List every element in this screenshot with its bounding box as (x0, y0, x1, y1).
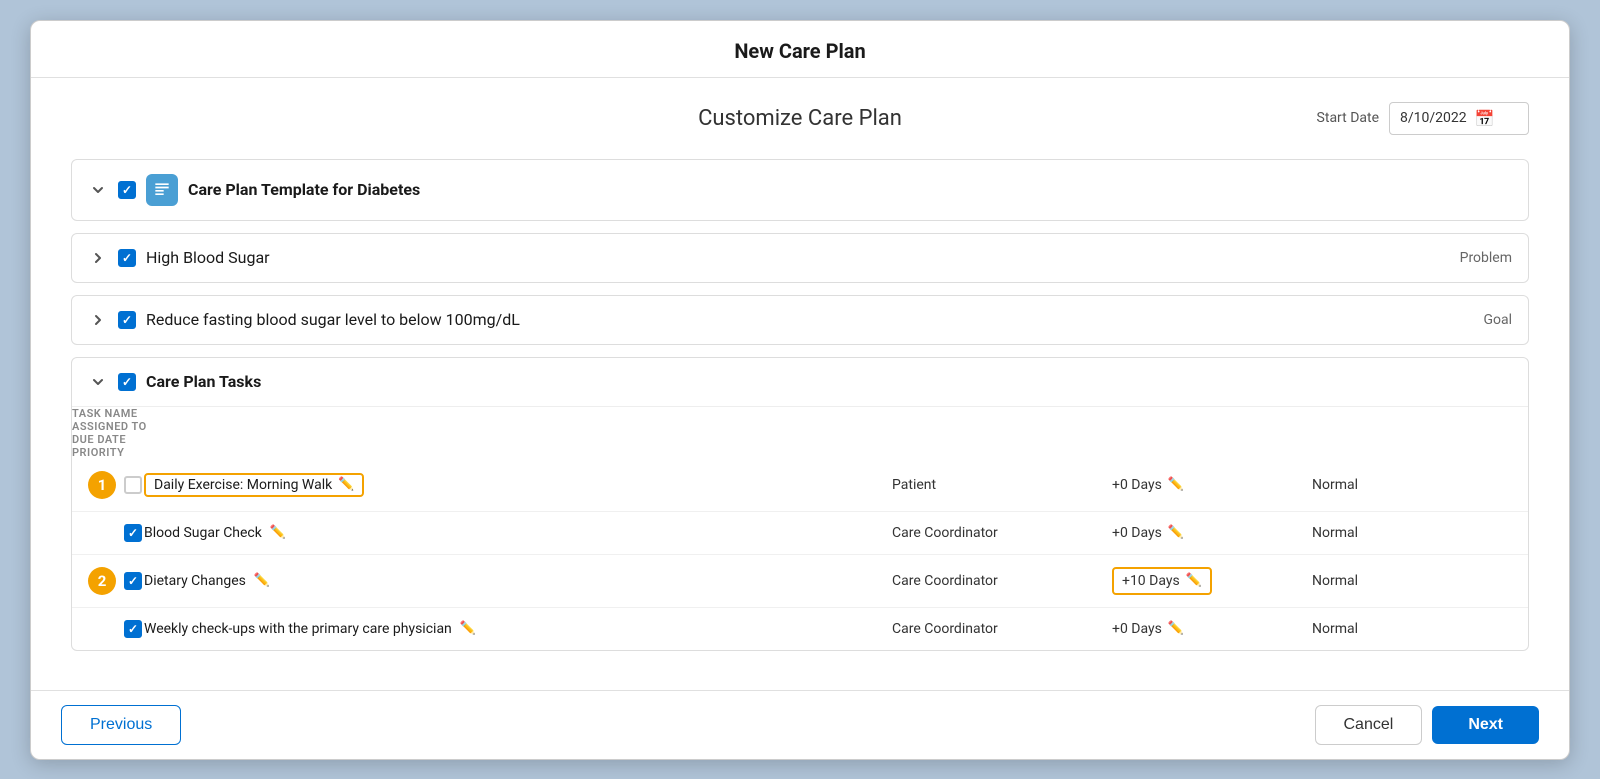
col-priority: Priority (72, 446, 1528, 459)
table-row: Blood Sugar Check ✏️ Care Coordinator +0… (72, 512, 1528, 555)
tasks-section-header: Care Plan Tasks (72, 358, 1528, 407)
task-1-assigned: Patient (892, 477, 1112, 493)
task-3-checkbox[interactable] (124, 572, 142, 590)
calendar-icon: 📅 (1475, 109, 1496, 128)
task-2-name: Blood Sugar Check ✏️ (144, 525, 892, 541)
col-task-name: Task Name (72, 407, 1528, 420)
modal-title: New Care Plan (31, 21, 1569, 78)
template-name: Care Plan Template for Diabetes (188, 180, 1512, 199)
task-3-priority: Normal (1312, 573, 1512, 589)
task-3-due-edit-icon[interactable]: ✏️ (1186, 573, 1202, 588)
table-row: 2 Dietary Changes ✏️ Care Coordinator +1… (72, 555, 1528, 608)
task-1-priority: Normal (1312, 477, 1512, 493)
task-3-due-highlight: +10 Days ✏️ (1112, 567, 1212, 595)
task-3-edit-icon[interactable]: ✏️ (254, 573, 270, 588)
task-3-due: +10 Days ✏️ (1112, 567, 1312, 595)
task-2-name-text: Blood Sugar Check (144, 525, 262, 541)
task-2-due-text: +0 Days (1112, 525, 1162, 541)
col-assigned-to: Assigned To (72, 420, 1528, 433)
task-1-checkbox[interactable] (124, 476, 142, 494)
customize-title: Customize Care Plan (557, 106, 1043, 131)
task-4-due-text: +0 Days (1112, 621, 1162, 637)
template-icon (146, 174, 178, 206)
task-2-due: +0 Days ✏️ (1112, 525, 1312, 541)
task-4-name-text: Weekly check-ups with the primary care p… (144, 621, 452, 637)
start-date-label: Start Date (1317, 110, 1379, 126)
task-4-priority: Normal (1312, 621, 1512, 637)
modal-footer: Previous Cancel Next (31, 690, 1569, 759)
task-4-checkbox[interactable] (124, 620, 142, 638)
task-2-priority: Normal (1312, 525, 1512, 541)
task-3-assigned: Care Coordinator (892, 573, 1112, 589)
template-chevron-icon[interactable] (88, 180, 108, 200)
badge-2: 2 (88, 567, 116, 595)
task-2-due-edit-icon[interactable]: ✏️ (1168, 525, 1184, 540)
problem-row: High Blood Sugar Problem (72, 234, 1528, 282)
problem-card: High Blood Sugar Problem (71, 233, 1529, 283)
goal-chevron-icon[interactable] (88, 310, 108, 330)
goal-checkbox[interactable] (118, 311, 136, 329)
problem-label: High Blood Sugar (146, 248, 1450, 267)
tasks-section-label: Care Plan Tasks (146, 372, 261, 391)
goal-type: Goal (1483, 312, 1512, 328)
task-4-due: +0 Days ✏️ (1112, 621, 1312, 637)
modal-body: Customize Care Plan Start Date 8/10/2022… (31, 78, 1569, 690)
previous-button[interactable]: Previous (61, 705, 181, 745)
template-card: Care Plan Template for Diabetes (71, 159, 1529, 221)
task-1-edit-icon[interactable]: ✏️ (338, 477, 354, 492)
modal-container: New Care Plan Customize Care Plan Start … (30, 20, 1570, 760)
tasks-checkbox[interactable] (118, 373, 136, 391)
task-2-assigned: Care Coordinator (892, 525, 1112, 541)
problem-chevron-icon[interactable] (88, 248, 108, 268)
template-checkbox[interactable] (118, 181, 136, 199)
start-date-wrapper: Start Date 8/10/2022 📅 (1043, 102, 1529, 135)
task-2-edit-icon[interactable]: ✏️ (270, 525, 286, 540)
task-1-name-highlight: Daily Exercise: Morning Walk ✏️ (144, 473, 364, 497)
footer-right: Cancel Next (1315, 705, 1540, 745)
table-row: 1 Daily Exercise: Morning Walk ✏️ Patien… (72, 459, 1528, 512)
task-1-due: +0 Days ✏️ (1112, 477, 1312, 493)
tasks-column-headers: Task Name Assigned To Due Date Priority (72, 407, 1528, 459)
task-4-due-edit-icon[interactable]: ✏️ (1168, 621, 1184, 636)
table-row: Weekly check-ups with the primary care p… (72, 608, 1528, 650)
task-3-due-text: +10 Days (1122, 573, 1180, 589)
task-1-due-edit-icon[interactable]: ✏️ (1168, 477, 1184, 492)
goal-card: Reduce fasting blood sugar level to belo… (71, 295, 1529, 345)
modal-title-text: New Care Plan (734, 39, 865, 63)
task-1-due-text: +0 Days (1112, 477, 1162, 493)
badge-1: 1 (88, 471, 116, 499)
task-3-name-text: Dietary Changes (144, 573, 246, 589)
col-due-date: Due Date (72, 433, 1528, 446)
customize-header: Customize Care Plan Start Date 8/10/2022… (71, 102, 1529, 135)
task-3-name: Dietary Changes ✏️ (144, 573, 892, 589)
problem-checkbox[interactable] (118, 249, 136, 267)
task-1-name: Daily Exercise: Morning Walk ✏️ (144, 473, 892, 497)
template-row: Care Plan Template for Diabetes (72, 160, 1528, 220)
task-2-checkbox[interactable] (124, 524, 142, 542)
task-4-assigned: Care Coordinator (892, 621, 1112, 637)
goal-label: Reduce fasting blood sugar level to belo… (146, 310, 1473, 329)
next-button[interactable]: Next (1432, 706, 1539, 744)
problem-type: Problem (1460, 250, 1512, 266)
start-date-value: 8/10/2022 (1400, 110, 1467, 126)
task-1-name-text: Daily Exercise: Morning Walk (154, 477, 332, 493)
tasks-chevron-icon[interactable] (88, 372, 108, 392)
goal-row: Reduce fasting blood sugar level to belo… (72, 296, 1528, 344)
task-4-name: Weekly check-ups with the primary care p… (144, 621, 892, 637)
start-date-field[interactable]: 8/10/2022 📅 (1389, 102, 1529, 135)
task-4-edit-icon[interactable]: ✏️ (460, 621, 476, 636)
tasks-section: Care Plan Tasks Task Name Assigned To Du… (71, 357, 1529, 651)
cancel-button[interactable]: Cancel (1315, 705, 1423, 745)
